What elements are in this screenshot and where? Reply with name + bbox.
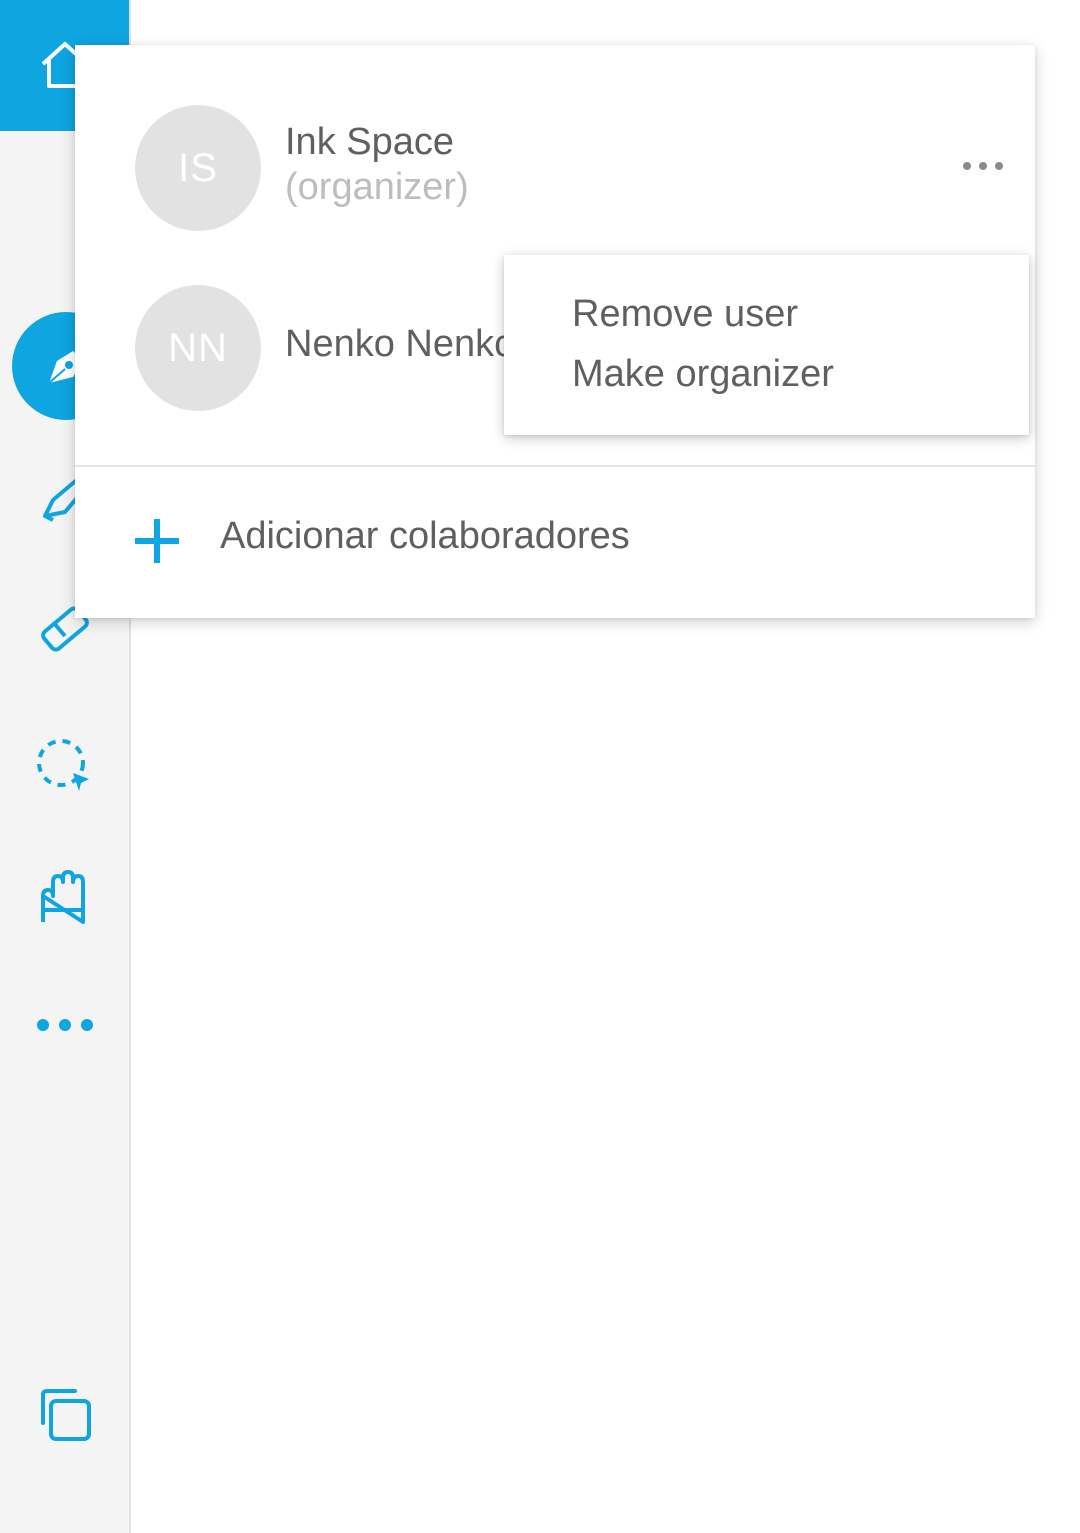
- plus-icon: [135, 519, 179, 563]
- add-collaborators-button[interactable]: Adicionar colaboradores: [75, 485, 1035, 595]
- lasso-select-icon: [36, 739, 89, 791]
- divider: [75, 465, 1035, 467]
- collaborator-name: Nenko Nenkc: [285, 323, 514, 365]
- more-horizontal-icon: [36, 1019, 93, 1031]
- avatar: NN: [135, 285, 261, 411]
- add-collaborators-label: Adicionar colaboradores: [220, 515, 630, 557]
- menu-item-remove-user[interactable]: Remove user: [572, 293, 798, 336]
- collaborator-name: Ink Space: [285, 121, 454, 163]
- collaborator-role: (organizer): [285, 166, 469, 208]
- hand-icon: [40, 870, 85, 924]
- fullscreen-button[interactable]: [0, 1375, 129, 1455]
- collaborator-options-button[interactable]: [953, 146, 1013, 186]
- fullscreen-icon: [40, 1389, 91, 1441]
- lasso-select-tool-button[interactable]: [0, 725, 129, 805]
- pan-tool-button[interactable]: [0, 858, 129, 938]
- collaborator-row: IS Ink Space (organizer): [75, 45, 1035, 255]
- more-tools-button[interactable]: [0, 1000, 129, 1050]
- menu-item-make-organizer[interactable]: Make organizer: [572, 353, 834, 396]
- collaborator-context-menu: Remove user Make organizer: [504, 255, 1029, 435]
- avatar-initials: NN: [168, 325, 228, 370]
- avatar-initials: IS: [178, 145, 218, 190]
- more-horizontal-icon: [963, 162, 1003, 170]
- avatar: IS: [135, 105, 261, 231]
